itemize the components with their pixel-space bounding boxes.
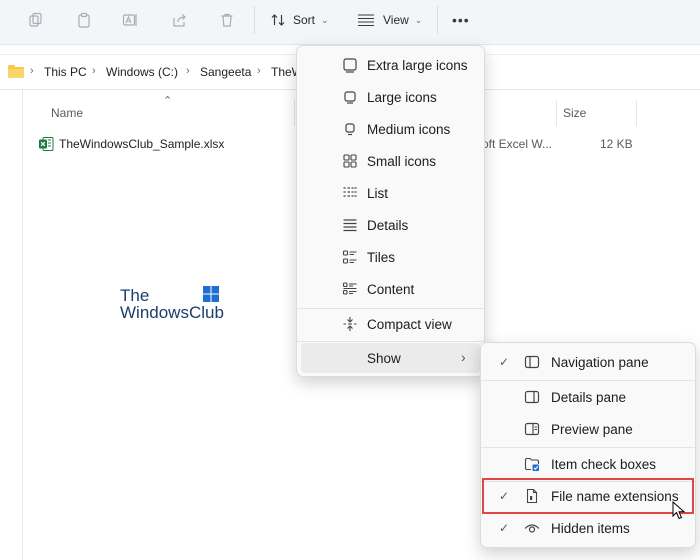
file-type: oft Excel W... — [482, 137, 553, 151]
breadcrumb-separator-icon: › — [92, 65, 96, 77]
rename-icon[interactable] — [118, 8, 142, 32]
preview-pane-icon — [523, 420, 541, 438]
delete-icon[interactable] — [215, 8, 239, 32]
menu-item-large-icons[interactable]: Large icons — [301, 82, 480, 112]
file-name: TheWindowsClub_Sample.xlsx — [59, 137, 225, 151]
menu-separator — [481, 380, 695, 381]
breadcrumb-item[interactable]: This PC — [44, 65, 87, 79]
menu-item-tiles[interactable]: Tiles — [301, 242, 480, 272]
menu-item-label: Small icons — [367, 153, 437, 169]
view-label: View — [383, 13, 409, 27]
column-header-size[interactable]: Size — [563, 106, 586, 120]
menu-item-label: Show — [367, 350, 401, 366]
checkmark-icon: ✓ — [499, 355, 510, 369]
view-button[interactable]: View ⌄ — [357, 8, 422, 32]
large-icons-icon — [341, 88, 359, 106]
view-icon — [357, 13, 375, 27]
column-divider — [294, 100, 295, 126]
menu-item-medium-icons[interactable]: Medium icons — [301, 114, 480, 144]
windows-logo-icon — [203, 286, 219, 307]
medium-icons-icon — [341, 120, 359, 138]
compact-view-icon — [341, 315, 359, 333]
menu-item-show[interactable]: Show › — [301, 343, 480, 373]
mouse-pointer-icon — [672, 500, 686, 526]
menu-item-extra-large-icons[interactable]: Extra large icons — [301, 50, 480, 80]
breadcrumb-separator-icon: › — [30, 65, 34, 77]
breadcrumb-separator-icon: › — [257, 65, 261, 77]
menu-item-label: List — [367, 185, 389, 201]
sort-button[interactable]: Sort ⌄ — [270, 8, 329, 32]
item-check-boxes-icon — [523, 455, 541, 473]
menu-separator — [297, 341, 484, 342]
column-divider — [556, 100, 557, 126]
folder-icon — [7, 64, 25, 84]
menu-item-label: Large icons — [367, 89, 437, 105]
menu-item-item-check-boxes[interactable]: Item check boxes — [485, 449, 691, 479]
menu-item-label: Hidden items — [551, 520, 630, 536]
navigation-pane-icon — [523, 353, 541, 371]
menu-item-label: Extra large icons — [367, 57, 468, 73]
tiles-icon — [341, 248, 359, 266]
menu-item-label: Compact view — [367, 316, 452, 332]
menu-item-content[interactable]: Content — [301, 274, 480, 304]
menu-item-hidden-items[interactable]: ✓ Hidden items — [485, 513, 691, 543]
menu-item-label: Content — [367, 281, 415, 297]
toolbar-divider — [254, 6, 255, 34]
menu-item-label: Medium icons — [367, 121, 451, 137]
view-menu: Extra large icons Large icons Medium ico… — [296, 45, 485, 377]
menu-item-navigation-pane[interactable]: ✓ Navigation pane — [485, 347, 691, 377]
chevron-down-icon: ⌄ — [414, 14, 423, 25]
menu-item-list[interactable]: List — [301, 178, 480, 208]
menu-item-small-icons[interactable]: Small icons — [301, 146, 480, 176]
file-size: 12 KB — [600, 137, 633, 151]
extra-large-icons-icon — [341, 56, 359, 74]
checkmark-icon: ✓ — [499, 521, 510, 535]
details-icon — [341, 216, 359, 234]
sort-ascending-icon: ⌃ — [163, 95, 173, 107]
share-icon[interactable] — [168, 8, 192, 32]
menu-item-label: Preview pane — [551, 421, 633, 437]
paste-icon[interactable] — [72, 8, 96, 32]
small-icons-icon — [341, 152, 359, 170]
menu-item-label: Details pane — [551, 389, 627, 405]
breadcrumb-item[interactable]: Sangeeta — [200, 65, 251, 79]
details-pane-icon — [523, 388, 541, 406]
menu-item-label: Tiles — [367, 249, 396, 265]
menu-item-details-pane[interactable]: Details pane — [485, 382, 691, 412]
command-bar: Sort ⌄ View ⌄ ••• — [0, 0, 700, 45]
breadcrumb-separator-icon: › — [186, 65, 190, 77]
menu-item-label: Item check boxes — [551, 456, 657, 472]
show-submenu: ✓ Navigation pane Details pane Preview p… — [480, 342, 696, 548]
excel-file-icon — [38, 136, 54, 157]
column-header-name[interactable]: Name — [51, 106, 83, 120]
list-icon — [341, 184, 359, 202]
hidden-items-icon — [523, 519, 541, 537]
menu-item-compact-view[interactable]: Compact view — [301, 309, 480, 339]
chevron-down-icon: ⌄ — [321, 14, 329, 25]
menu-item-preview-pane[interactable]: Preview pane — [485, 414, 691, 444]
menu-separator — [481, 447, 695, 448]
content-icon — [341, 280, 359, 298]
sort-icon — [270, 12, 286, 28]
chevron-right-icon: › — [461, 349, 466, 365]
menu-item-label: Navigation pane — [551, 354, 649, 370]
menu-item-label: Details — [367, 217, 409, 233]
copy-icon[interactable] — [24, 8, 48, 32]
toolbar-divider — [437, 6, 438, 34]
column-divider — [636, 100, 637, 126]
watermark-logo: The WindowsClub — [120, 286, 230, 326]
breadcrumb-item[interactable]: Windows (C:) — [106, 65, 178, 79]
menu-item-details[interactable]: Details — [301, 210, 480, 240]
sort-label: Sort — [293, 13, 316, 27]
see-more-button[interactable]: ••• — [452, 8, 470, 32]
navigation-pane[interactable] — [0, 90, 23, 560]
highlight-box — [482, 478, 694, 514]
